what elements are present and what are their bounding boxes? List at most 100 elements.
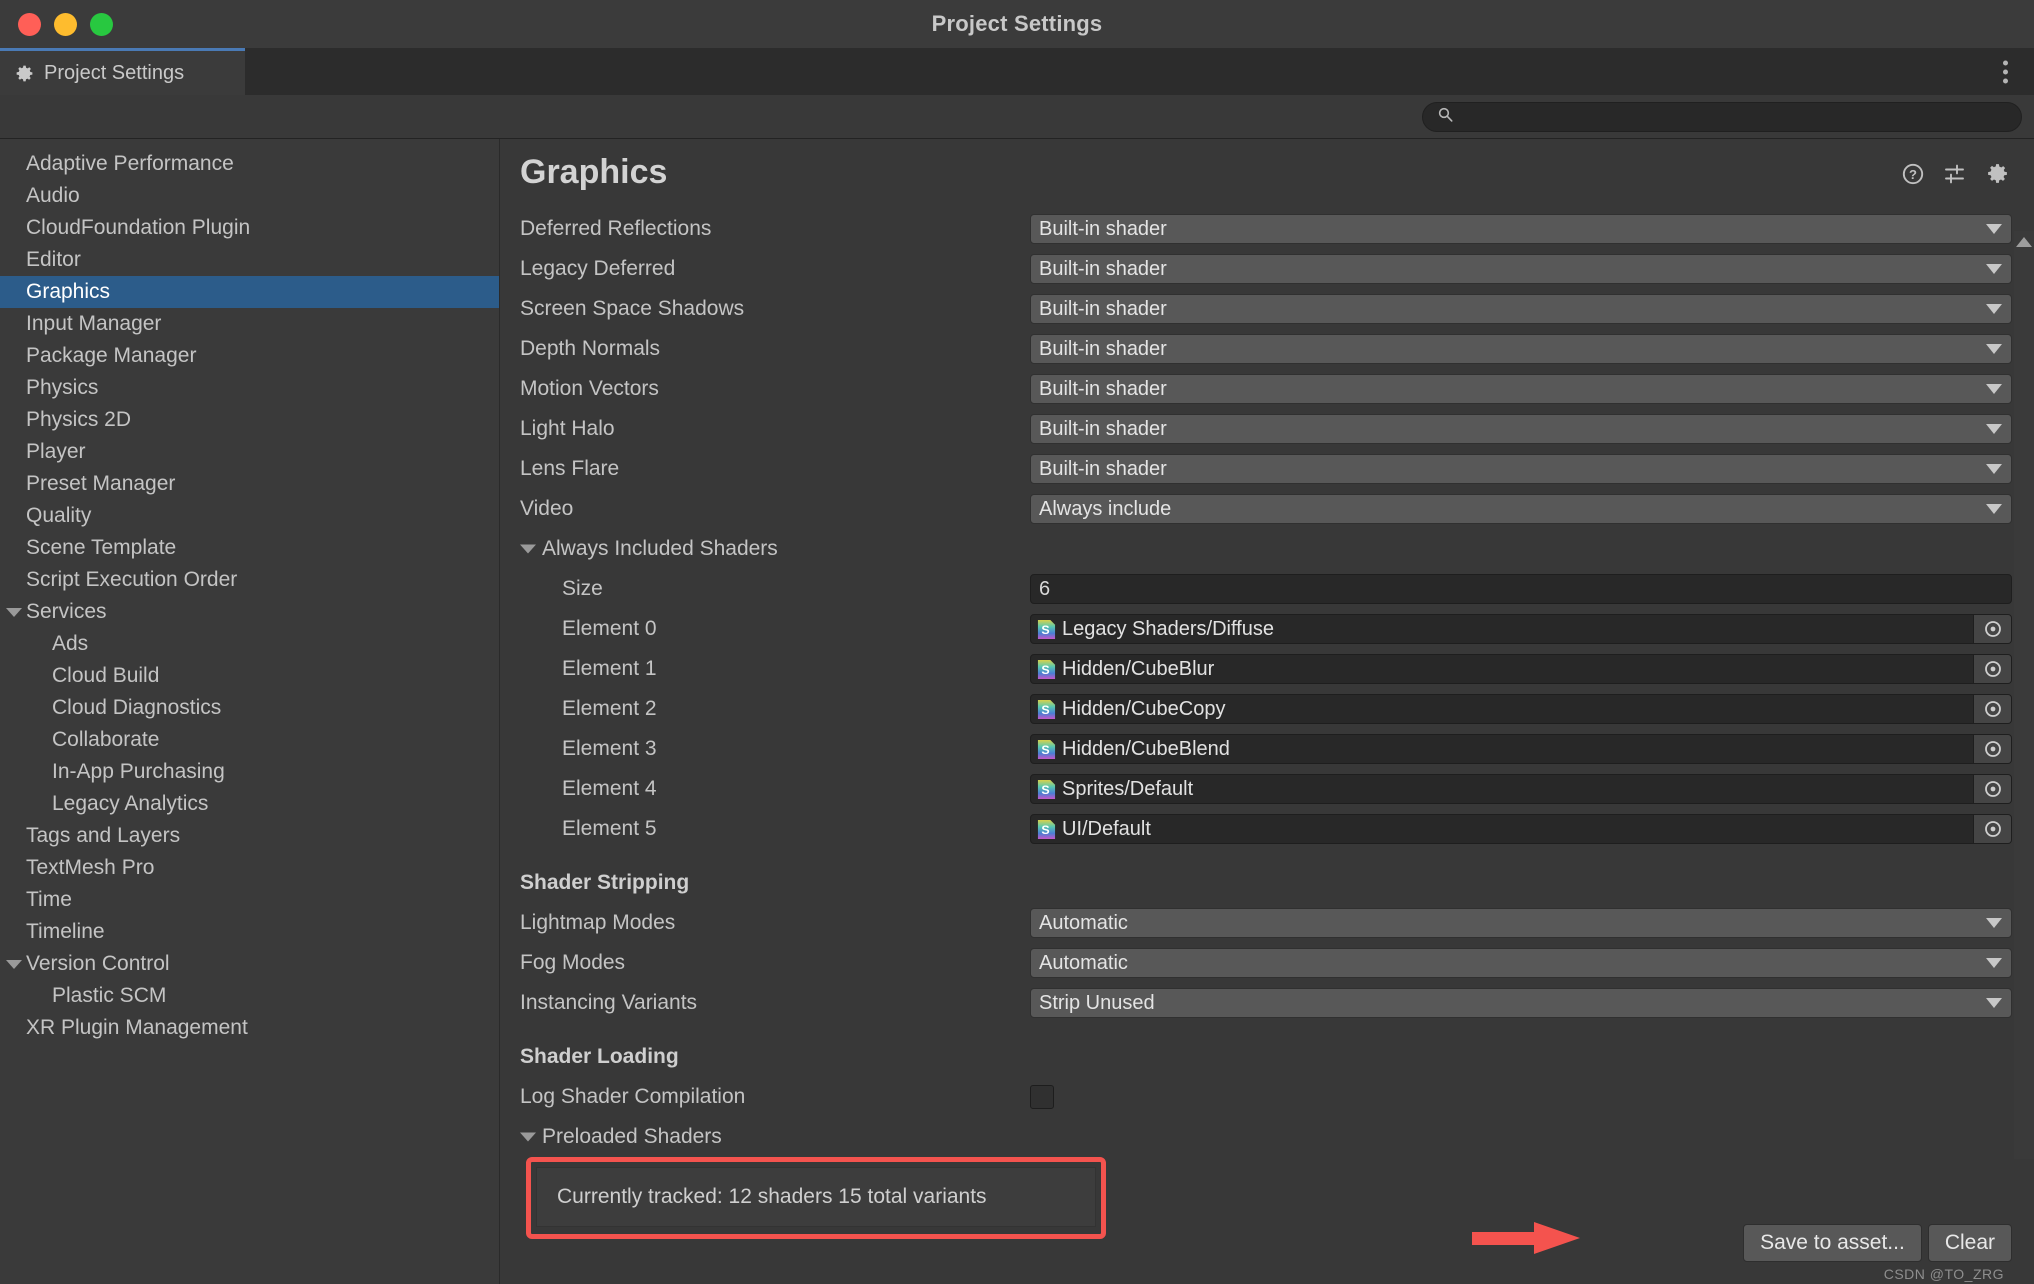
- preset-sliders-icon[interactable]: [1943, 162, 1967, 186]
- row-field: Automatic: [1030, 908, 2012, 938]
- dropdown-lightmap-modes[interactable]: Automatic: [1030, 908, 2012, 938]
- sidebar-item-quality[interactable]: Quality: [0, 500, 499, 532]
- vertical-scrollbar[interactable]: [2014, 231, 2034, 1284]
- sidebar-item-player[interactable]: Player: [0, 436, 499, 468]
- clear-button[interactable]: Clear: [1928, 1224, 2012, 1262]
- row-label-text: Element 2: [562, 697, 657, 720]
- sidebar-item-plastic-scm[interactable]: Plastic SCM: [0, 980, 499, 1012]
- settings-gear-icon[interactable]: [1985, 161, 2010, 186]
- sidebar-item-physics[interactable]: Physics: [0, 372, 499, 404]
- sidebar-item-input-manager[interactable]: Input Manager: [0, 308, 499, 340]
- expander-triangle-icon[interactable]: [6, 608, 22, 617]
- sidebar-item-collaborate[interactable]: Collaborate: [0, 724, 499, 756]
- sidebar-item-tags-and-layers[interactable]: Tags and Layers: [0, 820, 499, 852]
- sidebar-item-editor[interactable]: Editor: [0, 244, 499, 276]
- dropdown-deferred-reflections[interactable]: Built-in shader: [1030, 214, 2012, 244]
- save-to-asset-button[interactable]: Save to asset...: [1743, 1224, 1922, 1262]
- row-label-text: Element 3: [562, 737, 657, 760]
- dropdown-video[interactable]: Always include: [1030, 494, 2012, 524]
- row-label-preloaded-shaders[interactable]: Preloaded Shaders: [520, 1125, 1030, 1149]
- sidebar-item-audio[interactable]: Audio: [0, 180, 499, 212]
- object-field-value: Hidden/CubeBlur: [1062, 658, 1214, 681]
- dropdown-legacy-deferred[interactable]: Built-in shader: [1030, 254, 2012, 284]
- search-bar-row: [0, 95, 2034, 139]
- object-field-element-2[interactable]: SHidden/CubeCopy: [1030, 694, 2012, 724]
- object-picker-icon[interactable]: [1973, 815, 2011, 843]
- search-input[interactable]: [1462, 108, 2007, 126]
- log-shader-compilation-checkbox[interactable]: [1030, 1085, 1054, 1109]
- object-picker-icon[interactable]: [1973, 615, 2011, 643]
- sidebar-item-package-manager[interactable]: Package Manager: [0, 340, 499, 372]
- sidebar-item-scene-template[interactable]: Scene Template: [0, 532, 499, 564]
- object-picker-icon[interactable]: [1973, 655, 2011, 683]
- scroll-up-arrow-icon[interactable]: [2016, 237, 2032, 247]
- help-icon[interactable]: ?: [1901, 162, 1925, 186]
- object-picker-icon[interactable]: [1973, 735, 2011, 763]
- object-field-element-3[interactable]: SHidden/CubeBlend: [1030, 734, 2012, 764]
- dropdown-value: Automatic: [1039, 912, 1128, 935]
- object-field-element-1[interactable]: S Hidden/CubeBlur: [1030, 654, 2012, 684]
- sidebar-item-label: Preset Manager: [26, 472, 175, 496]
- sidebar-item-cloud-diagnostics[interactable]: Cloud Diagnostics: [0, 692, 499, 724]
- sidebar-item-timeline[interactable]: Timeline: [0, 916, 499, 948]
- object-picker-icon[interactable]: [1973, 695, 2011, 723]
- sidebar-item-in-app-purchasing[interactable]: In-App Purchasing: [0, 756, 499, 788]
- svg-text:S: S: [1041, 623, 1049, 637]
- object-field-element-5[interactable]: SUI/Default: [1030, 814, 2012, 844]
- chevron-down-icon: [1986, 264, 2002, 274]
- sidebar-item-cloudfoundation-plugin[interactable]: CloudFoundation Plugin: [0, 212, 499, 244]
- sidebar-item-label: Adaptive Performance: [26, 152, 234, 176]
- sidebar-item-physics-2d[interactable]: Physics 2D: [0, 404, 499, 436]
- gear-icon: [14, 63, 35, 84]
- row-label-text: Legacy Deferred: [520, 257, 675, 280]
- row-label-text: Lens Flare: [520, 457, 619, 480]
- dropdown-light-halo[interactable]: Built-in shader: [1030, 414, 2012, 444]
- expander-triangle-icon[interactable]: [6, 960, 22, 969]
- settings-sidebar[interactable]: Adaptive Performance AudioCloudFoundation…: [0, 139, 500, 1284]
- dropdown-screen-space-shadows[interactable]: Built-in shader: [1030, 294, 2012, 324]
- foldout-triangle-icon[interactable]: [520, 1133, 536, 1142]
- sidebar-item-preset-manager[interactable]: Preset Manager: [0, 468, 499, 500]
- sidebar-item-time[interactable]: Time: [0, 884, 499, 916]
- sidebar-item-cloud-build[interactable]: Cloud Build: [0, 660, 499, 692]
- search-box[interactable]: [1422, 102, 2022, 132]
- settings-row: Element 4SSprites/Default: [500, 769, 2034, 809]
- sidebar-item-label: Collaborate: [52, 728, 159, 752]
- sidebar-item-textmesh-pro[interactable]: TextMesh Pro: [0, 852, 499, 884]
- row-label-text: Screen Space Shadows: [520, 297, 744, 320]
- dropdown-fog-modes[interactable]: Automatic: [1030, 948, 2012, 978]
- sidebar-item-services[interactable]: Services: [0, 596, 499, 628]
- sidebar-item-graphics[interactable]: Graphics: [0, 276, 499, 308]
- row-label-video: Video: [520, 497, 1030, 521]
- dropdown-value: Automatic: [1039, 952, 1128, 975]
- kebab-menu-icon[interactable]: [1999, 56, 2012, 87]
- sidebar-item-ads[interactable]: Ads: [0, 628, 499, 660]
- main-body: Adaptive Performance AudioCloudFoundation…: [0, 139, 2034, 1284]
- sidebar-item-version-control[interactable]: Version Control: [0, 948, 499, 980]
- sidebar-item-legacy-analytics[interactable]: Legacy Analytics: [0, 788, 499, 820]
- dropdown-depth-normals[interactable]: Built-in shader: [1030, 334, 2012, 364]
- object-picker-icon[interactable]: [1973, 775, 2011, 803]
- dropdown-instancing-variants[interactable]: Strip Unused: [1030, 988, 2012, 1018]
- sidebar-item-script-execution-order[interactable]: Script Execution Order: [0, 564, 499, 596]
- sidebar-item-adaptive-performance[interactable]: Adaptive Performance: [0, 148, 499, 180]
- object-field-element-0[interactable]: SLegacy Shaders/Diffuse: [1030, 614, 2012, 644]
- row-field: Strip Unused: [1030, 988, 2012, 1018]
- object-field-element-4[interactable]: SSprites/Default: [1030, 774, 2012, 804]
- settings-row: Preloaded Shaders: [500, 1117, 2034, 1157]
- row-label-always-included-shaders[interactable]: Always Included Shaders: [520, 537, 1030, 561]
- dropdown-lens-flare[interactable]: Built-in shader: [1030, 454, 2012, 484]
- row-label-shader-stripping: Shader Stripping: [520, 871, 1030, 895]
- dropdown-motion-vectors[interactable]: Built-in shader: [1030, 374, 2012, 404]
- row-label-motion-vectors: Motion Vectors: [520, 377, 1030, 401]
- chevron-down-icon: [1986, 384, 2002, 394]
- settings-scroll-area[interactable]: Deferred ReflectionsBuilt-in shaderLegac…: [500, 209, 2034, 1159]
- window-title: Project Settings: [0, 11, 2034, 37]
- size-input[interactable]: 6: [1030, 574, 2012, 604]
- tab-project-settings[interactable]: Project Settings: [0, 48, 245, 95]
- foldout-triangle-icon[interactable]: [520, 545, 536, 554]
- row-field: [1030, 868, 2012, 898]
- sidebar-item-xr-plugin-management[interactable]: XR Plugin Management: [0, 1012, 499, 1044]
- row-label-text: Lightmap Modes: [520, 911, 675, 934]
- svg-text:S: S: [1041, 663, 1049, 677]
